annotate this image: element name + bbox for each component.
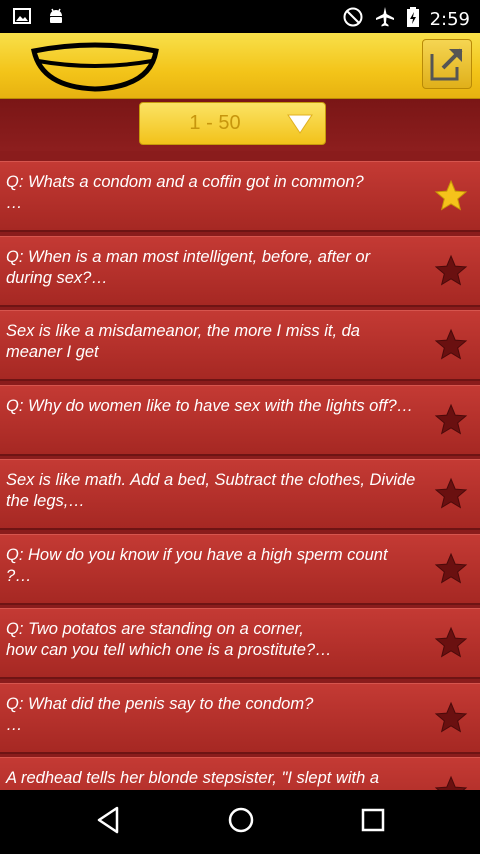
airplane-mode-icon xyxy=(374,6,396,33)
favorite-star-icon[interactable] xyxy=(434,552,468,591)
joke-text: Q: How do you know if you have a high sp… xyxy=(6,545,388,585)
android-icon xyxy=(46,6,66,31)
battery-charging-icon xyxy=(406,6,420,33)
do-not-disturb-icon xyxy=(342,6,364,33)
joke-row[interactable]: Sex is like math. Add a bed, Subtract th… xyxy=(0,459,480,530)
joke-text: Q: Whats a condom and a coffin got in co… xyxy=(6,173,364,212)
favorite-star-icon[interactable] xyxy=(434,403,468,442)
dropdown-arrow-icon xyxy=(287,114,313,139)
joke-text: Q: Two potatos are standing on a corner,… xyxy=(6,620,332,659)
favorite-star-icon[interactable] xyxy=(434,775,468,790)
back-icon[interactable] xyxy=(94,804,122,841)
recents-icon[interactable] xyxy=(359,804,387,841)
status-bar: 2:59 xyxy=(0,0,480,33)
joke-row[interactable]: Q: Whats a condom and a coffin got in co… xyxy=(0,161,480,232)
joke-row[interactable]: Q: Two potatos are standing on a corner,… xyxy=(0,608,480,679)
app-bar xyxy=(0,33,480,100)
joke-text: A redhead tells her blonde stepsister, "… xyxy=(6,769,380,787)
share-button[interactable] xyxy=(422,39,472,89)
home-icon[interactable] xyxy=(226,804,256,841)
favorite-star-icon[interactable] xyxy=(434,328,468,367)
joke-text: Q: When is a man most intelligent, befor… xyxy=(6,247,371,287)
joke-text: Q: What did the penis say to the condom?… xyxy=(6,694,314,734)
range-bar: 1 - 50 xyxy=(0,99,480,151)
joke-row[interactable]: Q: When is a man most intelligent, befor… xyxy=(0,235,480,307)
favorite-star-filled-icon[interactable] xyxy=(434,179,468,218)
favorite-star-icon[interactable] xyxy=(434,701,468,740)
range-label: 1 - 50 xyxy=(189,112,241,134)
joke-row[interactable]: Sex is like a misdameanor, the more I mi… xyxy=(0,310,480,381)
favorite-star-icon[interactable] xyxy=(434,254,468,293)
smile-logo-icon xyxy=(30,41,160,98)
joke-text: Sex is like math. Add a bed, Subtract th… xyxy=(6,471,416,510)
open-external-icon xyxy=(423,48,471,92)
joke-row[interactable]: A redhead tells her blonde stepsister, "… xyxy=(0,757,480,790)
favorite-star-icon[interactable] xyxy=(434,626,468,665)
navigation-bar xyxy=(0,790,480,854)
favorite-star-icon[interactable] xyxy=(434,477,468,516)
joke-text: Q: Why do women like to have sex with th… xyxy=(6,396,414,415)
joke-row[interactable]: Q: How do you know if you have a high sp… xyxy=(0,533,480,605)
status-time: 2:59 xyxy=(429,9,470,30)
joke-text: Sex is like a misdameanor, the more I mi… xyxy=(6,322,360,361)
joke-row[interactable]: Q: What did the penis say to the condom?… xyxy=(0,682,480,754)
joke-list: Q: Whats a condom and a coffin got in co… xyxy=(0,151,480,790)
range-dropdown[interactable]: 1 - 50 xyxy=(139,102,326,145)
joke-row[interactable]: Q: Why do women like to have sex with th… xyxy=(0,384,480,456)
image-icon xyxy=(12,6,32,31)
